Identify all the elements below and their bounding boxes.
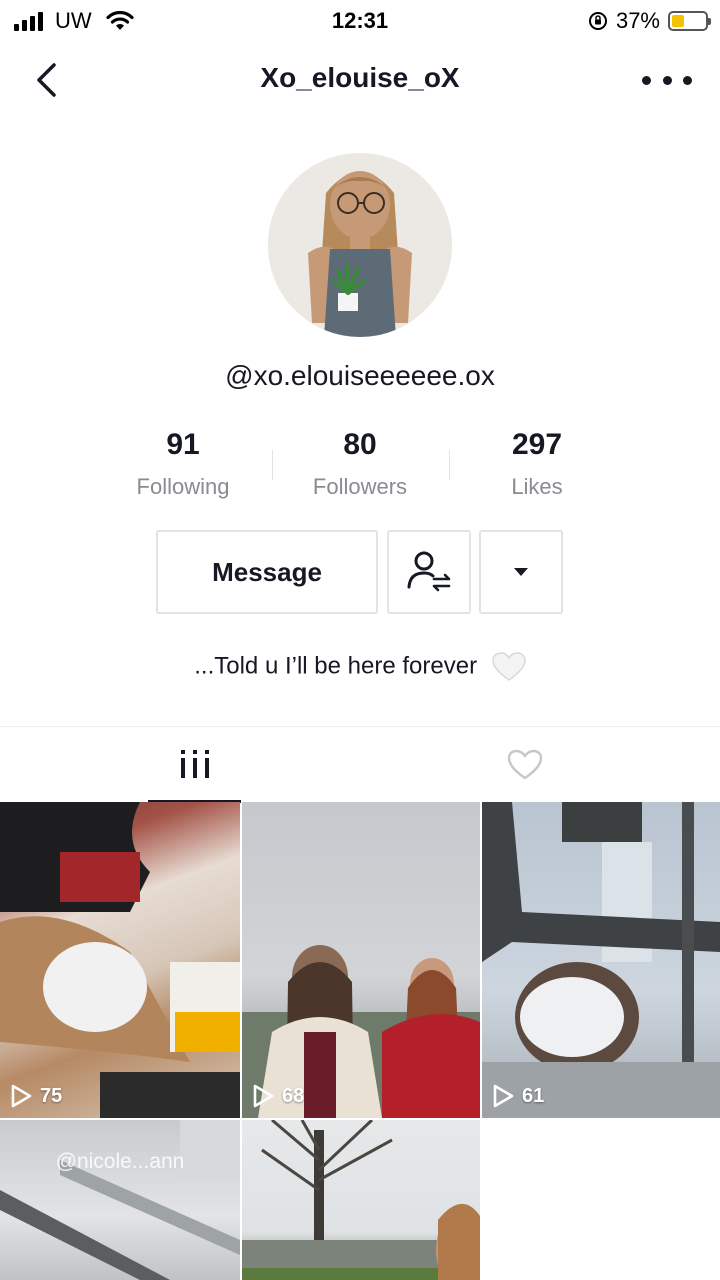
view-count: 68 xyxy=(252,1084,304,1108)
stat-following-count: 91 xyxy=(166,428,200,461)
header-title: Xo_elouise_oX xyxy=(260,62,460,93)
battery-percent: 37% xyxy=(615,8,660,33)
video-caption-overlay: @nicole...ann xyxy=(55,1150,185,1173)
view-count-value: 75 xyxy=(40,1084,63,1107)
suggested-accounts-button[interactable] xyxy=(479,530,563,614)
video-thumbnail[interactable] xyxy=(242,1120,480,1280)
message-button[interactable]: Message xyxy=(156,530,378,614)
thumbnail-scene xyxy=(0,1120,240,1280)
play-icon xyxy=(253,1084,274,1108)
stat-likes-count: 297 xyxy=(511,428,563,461)
avatar-illustration xyxy=(268,153,452,337)
view-count: 61 xyxy=(492,1084,544,1108)
stat-followers-label: Followers xyxy=(312,474,408,499)
video-thumbnail[interactable]: @nicole...ann xyxy=(0,1120,240,1280)
thumbnail-scene xyxy=(242,1120,480,1280)
more-dot-icon xyxy=(683,75,692,85)
stat-followers-count: 80 xyxy=(343,428,377,461)
more-dot-icon xyxy=(642,75,651,85)
grid-icon xyxy=(180,749,209,778)
profile-stats: 91 Following 80 Followers 297 Likes xyxy=(95,428,625,500)
tab-liked[interactable] xyxy=(478,727,571,803)
status-bar: UW 12:31 37% xyxy=(0,0,720,40)
user-following-icon xyxy=(407,551,451,592)
stat-likes: 297 Likes xyxy=(449,428,625,500)
battery-fill xyxy=(672,15,684,27)
stat-following-label: Following xyxy=(136,474,230,499)
heart-outline-icon xyxy=(507,749,542,780)
status-right: 37% xyxy=(588,8,711,34)
profile-bio: ...Told u I’ll be here forever xyxy=(0,652,720,682)
play-icon xyxy=(493,1084,514,1108)
play-icon xyxy=(11,1084,32,1108)
thumbnail-scene xyxy=(0,802,240,1118)
follow-status-button[interactable] xyxy=(387,530,471,614)
video-thumbnail[interactable]: 61 xyxy=(482,802,720,1118)
more-options-button[interactable] xyxy=(642,62,692,98)
battery-icon xyxy=(668,11,711,31)
stat-following[interactable]: 91 Following xyxy=(95,428,271,500)
profile-username: @xo.elouiseeeeee.ox xyxy=(225,360,495,391)
avatar[interactable] xyxy=(268,153,452,337)
bio-text: ...Told u I’ll be here forever xyxy=(194,652,478,680)
profile-header: Xo_elouise_oX xyxy=(0,48,720,112)
video-thumbnail[interactable]: 75 xyxy=(0,802,240,1118)
view-count-value: 61 xyxy=(522,1084,545,1107)
profile-tabs xyxy=(0,726,720,803)
view-count-value: 68 xyxy=(282,1084,305,1107)
view-count: 75 xyxy=(10,1084,62,1108)
white-heart-icon xyxy=(491,652,526,681)
orientation-lock-icon xyxy=(588,12,607,30)
video-thumbnail[interactable]: 68 xyxy=(242,802,480,1118)
thumbnail-scene xyxy=(482,802,720,1118)
more-dot-icon xyxy=(662,75,672,85)
tab-videos[interactable] xyxy=(148,727,241,803)
stat-likes-label: Likes xyxy=(511,474,563,499)
video-grid: 75 68 61 @nicole...ann xyxy=(0,802,720,1280)
caret-down-icon xyxy=(514,568,528,576)
thumbnail-scene xyxy=(242,945,480,1118)
stat-followers[interactable]: 80 Followers xyxy=(272,428,448,500)
